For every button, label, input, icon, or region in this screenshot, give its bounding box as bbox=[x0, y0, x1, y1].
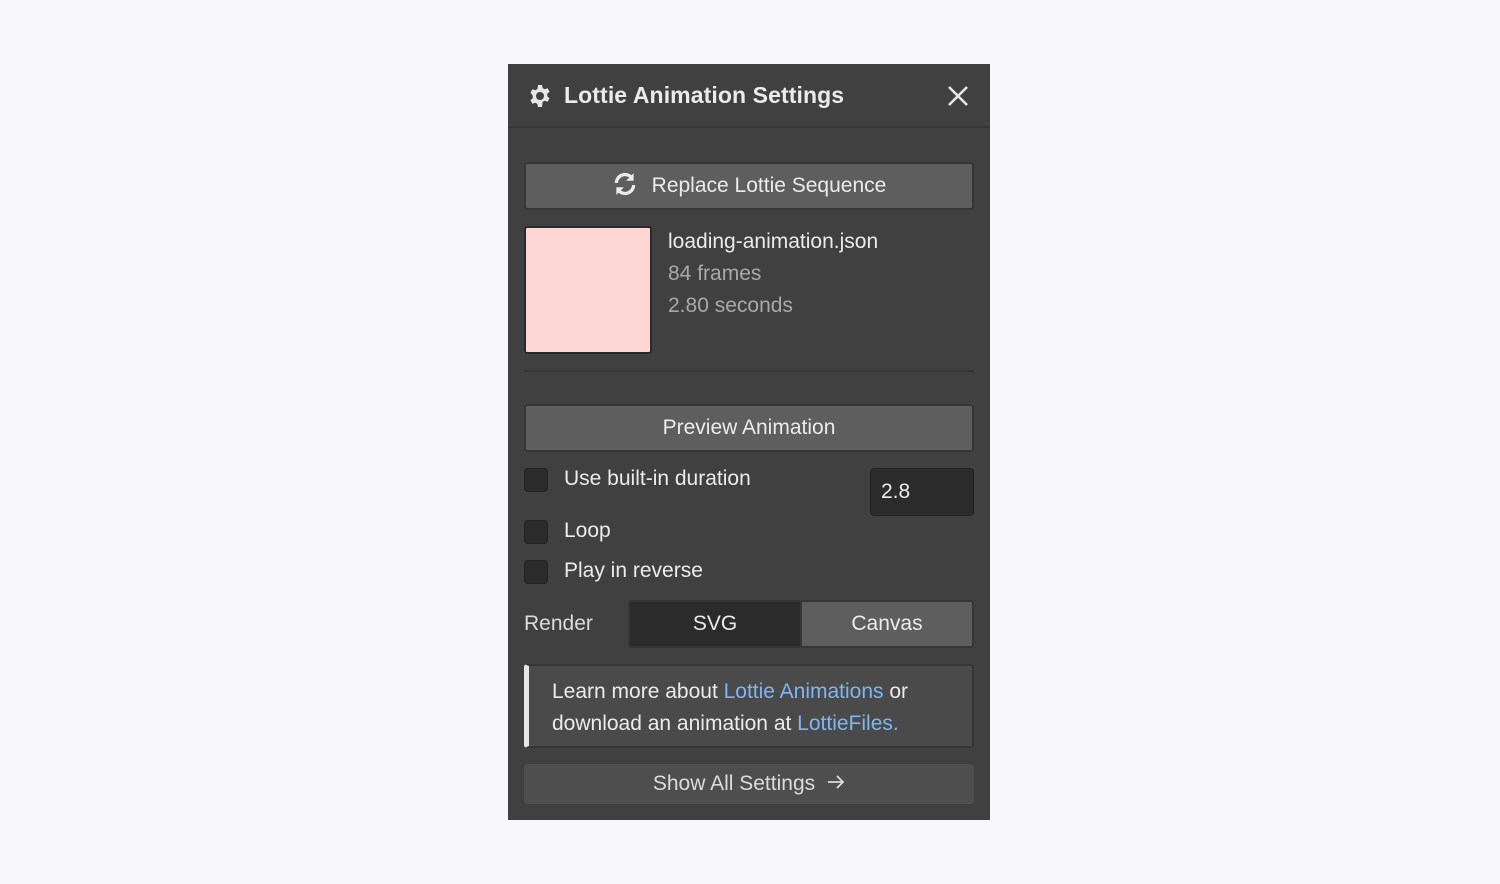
loop-label: Loop bbox=[564, 519, 611, 542]
lottiefiles-link[interactable]: LottieFiles. bbox=[797, 712, 899, 735]
arrow-right-icon bbox=[828, 775, 845, 790]
play-reverse-label: Play in reverse bbox=[564, 559, 703, 582]
section-divider bbox=[524, 370, 974, 372]
animation-thumbnail bbox=[524, 226, 652, 354]
duration-seconds: 2.80 seconds bbox=[668, 294, 793, 317]
panel-title: Lottie Animation Settings bbox=[564, 82, 845, 108]
show-all-settings-label: Show All Settings bbox=[652, 772, 816, 795]
replace-lottie-button[interactable]: Replace Lottie Sequence bbox=[524, 162, 974, 210]
use-builtin-duration-label: Use built-in duration bbox=[564, 467, 751, 490]
use-builtin-duration-checkbox[interactable] bbox=[524, 468, 548, 492]
close-icon[interactable] bbox=[946, 84, 970, 108]
replace-lottie-label: Replace Lottie Sequence bbox=[651, 174, 887, 197]
loop-checkbox[interactable] bbox=[524, 520, 548, 544]
render-mode-toggle: SVG Canvas bbox=[628, 600, 974, 648]
show-all-settings-button[interactable]: Show All Settings bbox=[524, 764, 974, 804]
lottie-settings-panel: Lottie Animation Settings Replace Lottie… bbox=[508, 64, 990, 820]
sync-icon bbox=[614, 173, 635, 196]
render-label: Render bbox=[524, 612, 593, 635]
lottie-animations-link[interactable]: Lottie Animations bbox=[724, 680, 884, 703]
gear-icon bbox=[530, 85, 550, 107]
duration-input[interactable] bbox=[870, 468, 974, 516]
render-option-canvas[interactable]: Canvas bbox=[802, 602, 972, 646]
preview-animation-button[interactable]: Preview Animation bbox=[524, 404, 974, 452]
info-text-before: Learn more about bbox=[552, 680, 724, 703]
play-reverse-checkbox[interactable] bbox=[524, 560, 548, 584]
render-option-svg[interactable]: SVG bbox=[630, 602, 802, 646]
info-callout: Learn more about Lottie Animations or do… bbox=[524, 664, 974, 748]
panel-header: Lottie Animation Settings bbox=[508, 64, 990, 128]
file-name: loading-animation.json bbox=[668, 230, 879, 253]
frame-count: 84 frames bbox=[668, 262, 762, 285]
